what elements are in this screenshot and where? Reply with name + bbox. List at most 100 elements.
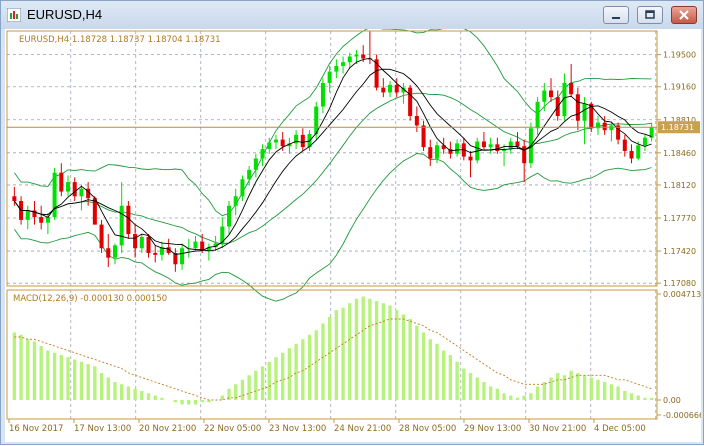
- time-tick-label: 22 Nov 05:00: [204, 424, 261, 434]
- moving-averages: [14, 57, 652, 255]
- candle-body: [515, 141, 520, 147]
- candle-body: [139, 236, 144, 249]
- price-chart[interactable]: 1.195001.191601.188101.184601.181201.177…: [5, 25, 704, 442]
- candle-body: [428, 147, 433, 159]
- candle-body: [455, 143, 460, 154]
- candle-body: [602, 122, 607, 131]
- price-tick-label: 1.19160: [663, 83, 696, 92]
- candle-body: [361, 54, 366, 59]
- macd-tick-label: -0.000666: [663, 411, 701, 420]
- candle-body: [193, 241, 198, 249]
- candle-body: [347, 56, 352, 63]
- axes: 1.195001.191601.188101.184601.181201.177…: [6, 30, 704, 434]
- candles: [12, 31, 654, 272]
- time-tick-label: 4 Dec 05:00: [594, 424, 646, 434]
- price-panel-border: [6, 30, 658, 287]
- time-tick-label: 30 Nov 21:00: [529, 424, 586, 434]
- candle-body: [253, 158, 258, 170]
- price-tick-label: 1.17420: [663, 247, 696, 256]
- candle-body: [327, 71, 332, 83]
- macd-tick-label: 0.004713: [663, 290, 701, 299]
- candle-body: [106, 248, 111, 258]
- time-tick-label: 17 Nov 13:00: [74, 424, 131, 434]
- price-tick-label: 1.17080: [663, 279, 696, 288]
- grid: [7, 31, 657, 419]
- minimize-button[interactable]: [603, 6, 629, 24]
- candle-body: [609, 125, 614, 131]
- candle-body: [414, 116, 419, 126]
- candle-body: [267, 142, 272, 150]
- candle-body: [119, 205, 124, 246]
- close-icon: [679, 10, 689, 20]
- candle-body: [240, 179, 245, 197]
- candle-body: [434, 145, 439, 159]
- candle-body: [180, 248, 185, 265]
- candle-body: [341, 62, 346, 66]
- bollinger-bands: [14, 25, 652, 302]
- macd-tick-label: 0.00: [663, 396, 681, 405]
- candle-body: [112, 245, 117, 258]
- candle-body: [481, 141, 486, 148]
- macd-label: MACD(12,26,9) -0.000130 0.000150: [13, 294, 167, 304]
- candle-body: [99, 224, 104, 249]
- candle-body: [153, 252, 158, 255]
- candle-body: [79, 188, 84, 197]
- candle-body: [629, 150, 634, 159]
- macd-signal-line: [14, 318, 652, 401]
- price-tick-label: 1.18120: [663, 181, 696, 190]
- current-price-label: 1.18731: [661, 123, 694, 132]
- minimize-icon: [612, 17, 620, 19]
- candle-body: [247, 169, 252, 180]
- bollinger-lower: [14, 153, 652, 302]
- symbol-info-label: EURUSD,H4 1.18728 1.18737 1.18704 1.1873…: [19, 35, 221, 45]
- candle-body: [394, 84, 399, 93]
- candle-body: [334, 65, 339, 72]
- window-title: EURUSD,H4: [27, 7, 103, 22]
- candle-body: [622, 139, 627, 151]
- time-tick-label: 16 Nov 2017: [9, 424, 63, 434]
- candle-body: [45, 217, 50, 223]
- candle-body: [320, 82, 325, 107]
- candle-body: [535, 101, 540, 129]
- candle-body: [495, 144, 500, 151]
- candle-body: [280, 139, 285, 147]
- candle-body: [227, 205, 232, 227]
- candle-body: [66, 182, 71, 192]
- title-bar[interactable]: EURUSD,H4: [1, 1, 703, 29]
- candle-body: [354, 54, 359, 57]
- time-tick-label: 29 Nov 13:00: [464, 424, 521, 434]
- candle-body: [273, 139, 278, 143]
- macd-panel-border: [6, 289, 658, 420]
- candle-body: [421, 125, 426, 148]
- candle-body: [233, 196, 238, 206]
- candle-body: [549, 90, 554, 98]
- candle-body: [388, 84, 393, 93]
- candle-body: [575, 94, 580, 121]
- candle-body: [542, 90, 547, 102]
- price-tick-label: 1.17770: [663, 214, 696, 223]
- price-tick-label: 1.19500: [663, 51, 696, 60]
- price-tick-label: 1.18460: [663, 149, 696, 158]
- candle-body: [582, 103, 587, 121]
- candle-body: [12, 196, 17, 201]
- candle-body: [72, 182, 77, 197]
- moving-average-fast: [14, 57, 652, 255]
- close-button[interactable]: [671, 6, 697, 24]
- candle-body: [59, 172, 64, 192]
- restore-icon: [645, 10, 655, 19]
- chart-area[interactable]: 1.19500 1.19160 1.18810 1.18460 1.18120 1.177…: [5, 25, 704, 442]
- candle-body: [642, 137, 647, 146]
- time-tick-label: 20 Nov 21:00: [139, 424, 196, 434]
- candle-body: [300, 134, 305, 148]
- candle-body: [146, 236, 151, 253]
- candle-body: [260, 149, 265, 159]
- candle-body: [468, 156, 473, 161]
- candle-body: [569, 82, 574, 95]
- candle-body: [408, 87, 413, 116]
- chart-window-icon: [7, 8, 21, 22]
- candle-body: [508, 141, 513, 150]
- candle-body: [488, 144, 493, 148]
- time-tick-label: 28 Nov 05:00: [399, 424, 456, 434]
- time-tick-label: 23 Nov 13:00: [269, 424, 326, 434]
- restore-button[interactable]: [637, 6, 663, 24]
